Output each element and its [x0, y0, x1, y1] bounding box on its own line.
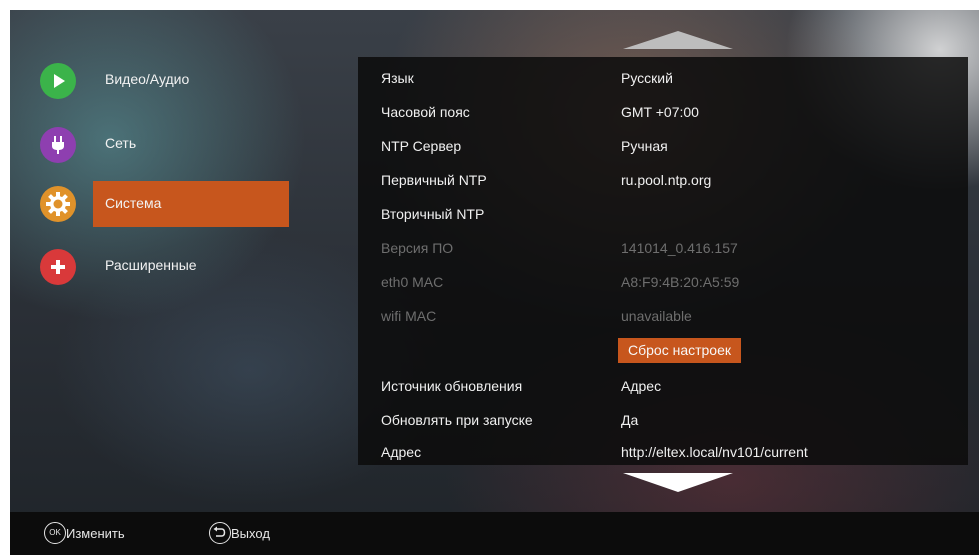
setting-label: eth0 MAC [381, 274, 444, 290]
setting-label: Вторичный NTP [381, 206, 485, 222]
setting-row-secondary-ntp[interactable]: Вторичный NTP [358, 199, 968, 229]
menu-item-label: Система [105, 195, 162, 211]
setting-label: NTP Сервер [381, 138, 462, 154]
setting-row-ntp-server[interactable]: NTP Сервер Ручная [358, 131, 968, 161]
settings-screen: Видео/Аудио Сеть Система Расширенные Язы… [10, 10, 979, 555]
setting-label: Источник обновления [381, 378, 523, 394]
hint-label: Выход [231, 526, 270, 541]
play-icon [40, 63, 76, 99]
setting-value: Ручная [621, 138, 668, 154]
setting-row-update-source[interactable]: Источник обновления Адрес [358, 371, 968, 401]
hint-label: Изменить [66, 526, 125, 541]
setting-row-wifi-mac: wifi MAC unavailable [358, 301, 968, 331]
setting-value: GMT +07:00 [621, 104, 699, 120]
menu-item-network[interactable]: Сеть [40, 123, 300, 167]
setting-value: Русский [621, 70, 673, 86]
setting-row-eth0-mac: eth0 MAC A8:F9:4B:20:A5:59 [358, 267, 968, 297]
menu-item-system[interactable]: Система [40, 181, 300, 227]
plug-icon [40, 127, 76, 163]
menu-item-label: Сеть [105, 135, 137, 151]
setting-row-firmware-version: Версия ПО 141014_0.416.157 [358, 233, 968, 263]
setting-value: Да [621, 412, 639, 428]
footer-hints: OK Изменить Выход [10, 512, 979, 555]
setting-value: unavailable [621, 308, 692, 324]
settings-panel: Язык Русский Часовой пояс GMT +07:00 NTP… [358, 57, 968, 465]
factory-reset-button[interactable]: Сброс настроек [618, 338, 742, 363]
setting-label: Первичный NTP [381, 172, 487, 188]
ok-button-icon: OK [44, 522, 66, 544]
setting-label: Версия ПО [381, 240, 454, 256]
menu-item-video-audio[interactable]: Видео/Аудио [40, 59, 300, 103]
gear-icon [40, 186, 76, 222]
setting-value: http://eltex.local/nv101/current [621, 444, 808, 460]
setting-value: Адрес [621, 378, 662, 394]
setting-label: wifi MAC [381, 308, 437, 324]
menu-item-label: Расширенные [105, 257, 197, 273]
back-arrow-icon [209, 522, 231, 544]
setting-label: Обновлять при запуске [381, 412, 533, 428]
setting-row-language[interactable]: Язык Русский [358, 63, 968, 93]
setting-row-address[interactable]: Адрес http://eltex.local/nv101/current [358, 437, 968, 467]
setting-label: Язык [381, 70, 414, 86]
setting-value: A8:F9:4B:20:A5:59 [621, 274, 740, 290]
setting-value: 141014_0.416.157 [621, 240, 738, 256]
setting-row-update-on-start[interactable]: Обновлять при запуске Да [358, 405, 968, 435]
setting-label: Часовой пояс [381, 104, 470, 120]
menu-item-advanced[interactable]: Расширенные [40, 245, 300, 289]
plus-icon [40, 249, 76, 285]
setting-row-timezone[interactable]: Часовой пояс GMT +07:00 [358, 97, 968, 127]
scroll-up-arrow-icon[interactable] [623, 31, 733, 51]
scroll-down-arrow-icon[interactable] [623, 471, 733, 493]
setting-row-primary-ntp[interactable]: Первичный NTP ru.pool.ntp.org [358, 165, 968, 195]
setting-row-reset: Сброс настроек [358, 335, 968, 365]
menu-item-label: Видео/Аудио [105, 71, 190, 87]
setting-label: Адрес [381, 444, 422, 460]
setting-value: ru.pool.ntp.org [621, 172, 712, 188]
